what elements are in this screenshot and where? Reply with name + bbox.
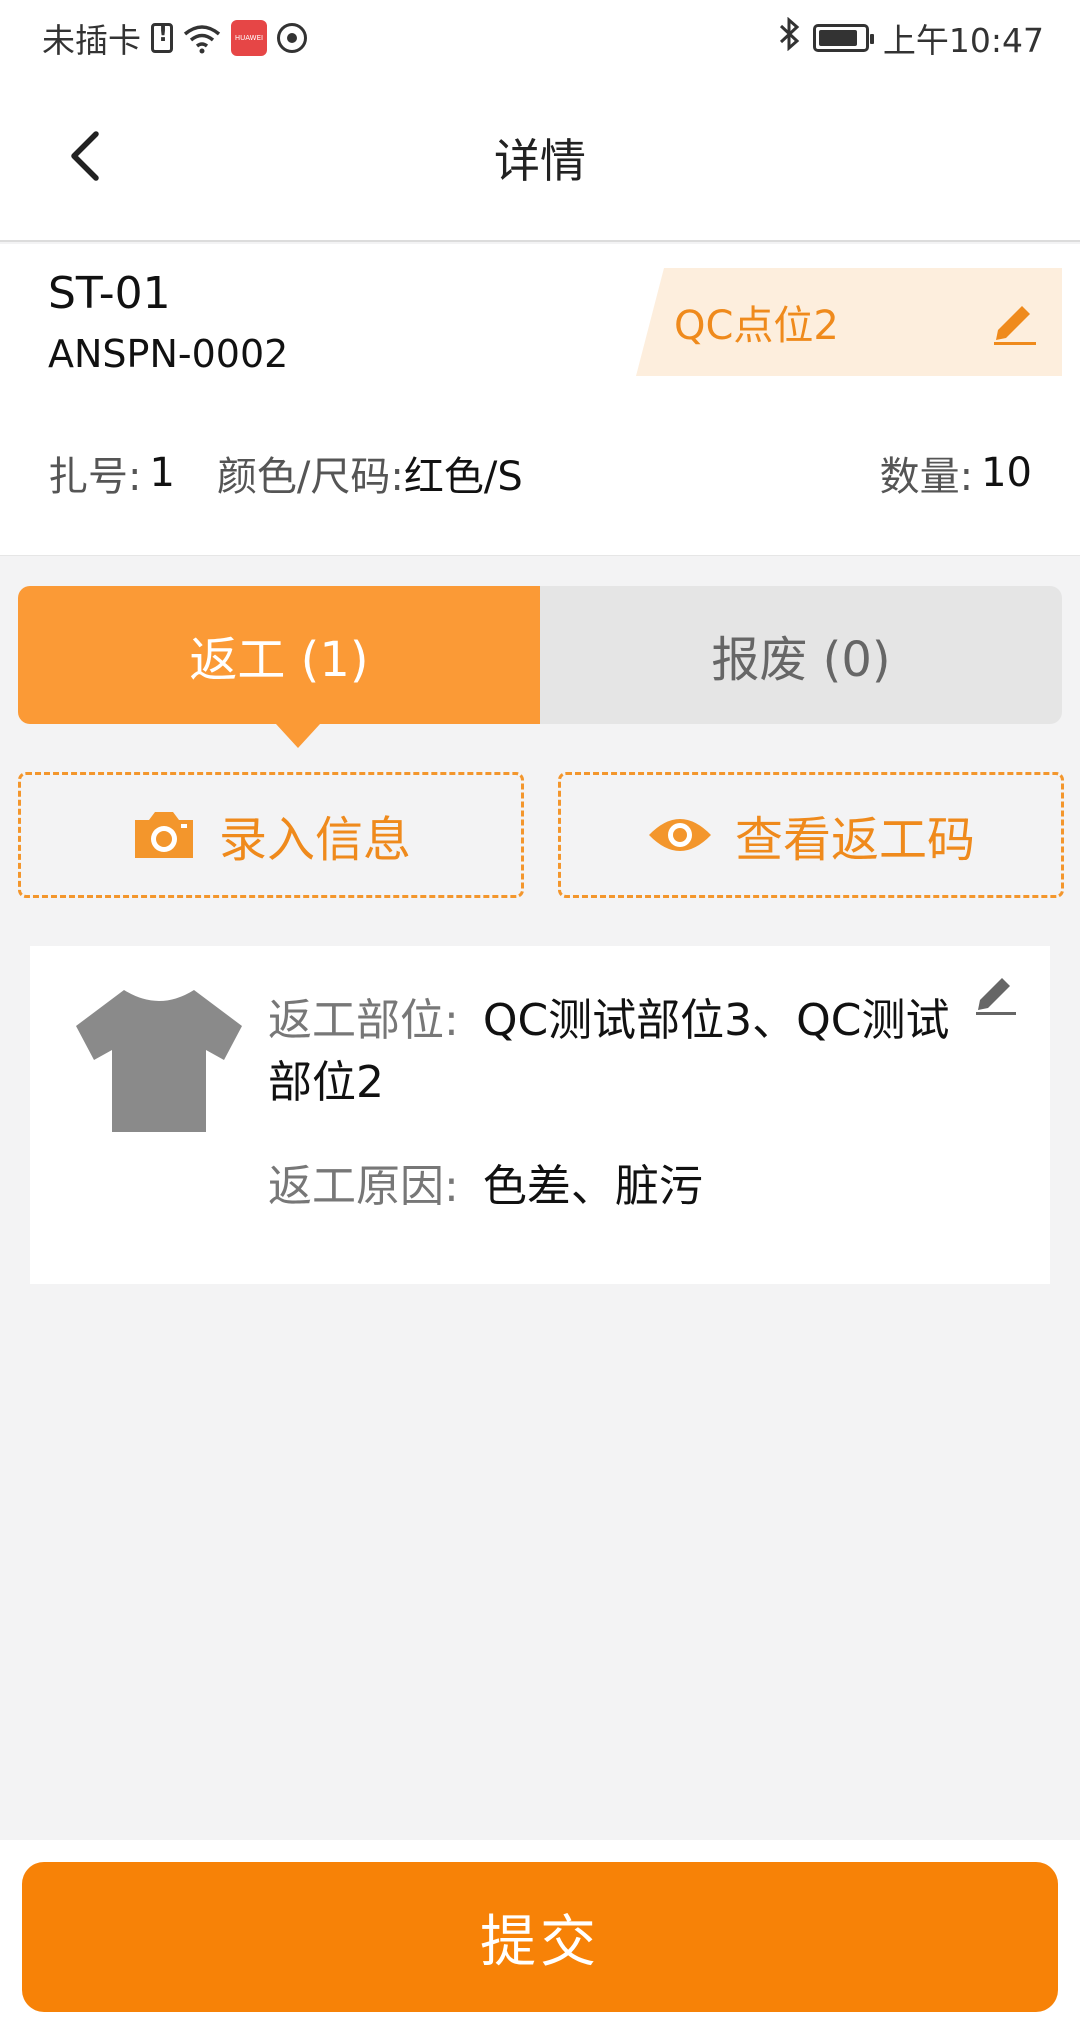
rework-reason-label: 返工原因: (268, 1161, 459, 1212)
sim-alert-icon (151, 22, 173, 53)
bundle-info-card: ST-01 ANSPN-0002 QC点位2 扎号: 1 颜色/尺码: 红色/S… (0, 244, 1080, 556)
battery-icon (812, 24, 874, 52)
eye-icon (647, 813, 713, 857)
status-left: 未插卡 HUAWEI (42, 14, 307, 62)
carrier-text: 未插卡 (42, 21, 141, 60)
camera-icon (131, 808, 197, 862)
view-rework-code-label: 查看返工码 (734, 812, 975, 868)
tshirt-icon (74, 986, 244, 1136)
status-bar: 未插卡 HUAWEI 上午10:47 (0, 0, 1080, 76)
chevron-left-icon (71, 131, 99, 181)
rework-reason-value: 色差、脏污 (482, 1161, 703, 1212)
pencil-icon[interactable] (990, 296, 1040, 346)
wifi-icon (183, 23, 221, 54)
color-size-label: 颜色/尺码: (216, 454, 404, 500)
clock-text: 上午10:47 (882, 21, 1044, 60)
page-title: 详情 (494, 134, 586, 188)
bundle-meta-row: 扎号: 1 颜色/尺码: 红色/S 数量: 10 (48, 444, 1032, 502)
color-size-value: 红色/S (403, 454, 523, 500)
bundle-label: 扎号: (48, 454, 142, 500)
qc-point-label: QC点位2 (674, 303, 839, 349)
submit-button[interactable]: 提交 (22, 1862, 1058, 2012)
hotspot-icon (277, 23, 307, 53)
nav-bar: 详情 (0, 76, 1080, 242)
status-right: 上午10:47 (777, 14, 1044, 62)
order-number: ANSPN-0002 (48, 332, 289, 376)
quantity-value: 10 (981, 450, 1032, 496)
qc-point-tag[interactable]: QC点位2 (636, 268, 1062, 376)
quantity-label: 数量: (879, 454, 974, 500)
back-button[interactable] (58, 126, 118, 186)
bundle-value: 1 (149, 450, 175, 496)
huawei-app-icon: HUAWEI (231, 20, 267, 56)
view-rework-code-button[interactable]: 查看返工码 (558, 772, 1064, 898)
enter-info-label: 录入信息 (218, 812, 411, 868)
rework-item-card[interactable]: 返工部位: QC测试部位3、QC测试部位2 返工原因: 色差、脏污 (30, 946, 1050, 1284)
bluetooth-icon (777, 16, 803, 59)
rework-scrap-tabs: 返工 (1) 报废 (0) (18, 586, 1062, 748)
rework-part-label: 返工部位: (268, 995, 459, 1046)
tab-scrap[interactable]: 报废 (0) (540, 586, 1062, 724)
style-number: ST-01 (48, 268, 171, 319)
enter-info-button[interactable]: 录入信息 (18, 772, 524, 898)
rework-part-row: 返工部位: QC测试部位3、QC测试部位2 (268, 990, 988, 1114)
submit-area: 提交 (0, 1840, 1080, 2024)
rework-reason-row: 返工原因: 色差、脏污 (268, 1156, 988, 1218)
tab-rework[interactable]: 返工 (1) (18, 586, 540, 748)
